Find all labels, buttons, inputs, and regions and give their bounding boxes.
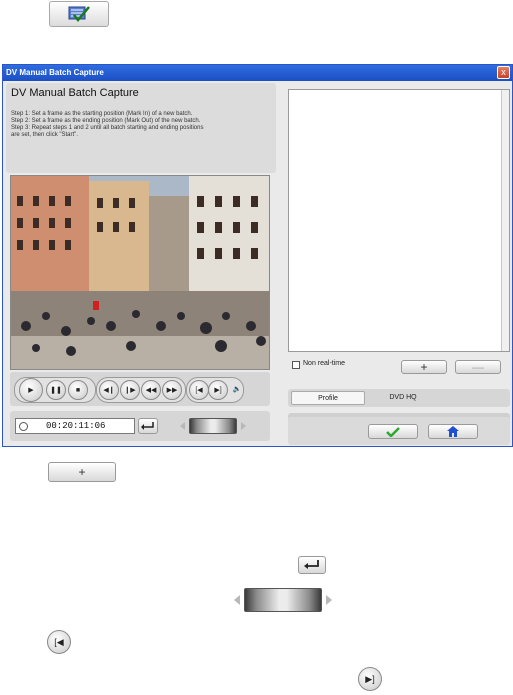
profile-tab-strip: Profile DVD HQ xyxy=(288,389,510,407)
dialog-heading: DV Manual Batch Capture xyxy=(11,87,139,99)
legend-shuttle-left-arrow-icon xyxy=(234,595,240,605)
mark-in-icon: [◀ xyxy=(195,387,203,394)
mark-out-icon: ▶] xyxy=(365,673,375,684)
previous-frame-button[interactable]: ◀❙ xyxy=(99,380,119,400)
previous-frame-icon: ◀❙ xyxy=(103,387,115,394)
clock-icon xyxy=(19,422,28,431)
home-button[interactable] xyxy=(428,424,478,439)
batch-capture-button[interactable] xyxy=(49,1,109,27)
timecode-field[interactable]: 00:20:11:06 xyxy=(15,418,135,434)
dv-batch-capture-dialog: DV Manual Batch Capture x DV Manual Batc… xyxy=(2,64,513,447)
step-1: Step 1: Set a frame as the starting posi… xyxy=(11,111,193,117)
legend-mark-in-button[interactable]: [◀ xyxy=(47,630,71,654)
timecode-value: 00:20:11:06 xyxy=(46,421,106,431)
shuttle-right-arrow-icon[interactable] xyxy=(241,422,246,430)
jog-shuttle[interactable] xyxy=(189,418,237,434)
enter-icon xyxy=(141,422,154,430)
home-icon xyxy=(447,426,459,437)
stop-button[interactable]: ■ xyxy=(68,380,88,400)
checkmark-icon xyxy=(386,426,400,437)
enter-icon xyxy=(304,560,319,569)
tab-profile[interactable]: Profile xyxy=(291,391,365,405)
next-frame-icon: ❙▶ xyxy=(124,387,136,394)
non-realtime-checkbox[interactable] xyxy=(292,361,300,369)
rewind-icon: ◀◀ xyxy=(145,387,157,394)
pause-button[interactable]: ❚❚ xyxy=(46,380,66,400)
batch-list[interactable] xyxy=(288,89,510,352)
step-3-cont: are set, then click "Start". xyxy=(11,132,78,138)
timecode-bar: 00:20:11:06 xyxy=(10,411,270,441)
fast-forward-icon: ▶▶ xyxy=(166,387,178,394)
shuttle-left-arrow-icon[interactable] xyxy=(180,422,185,430)
non-realtime-label: Non real-time xyxy=(303,360,346,367)
legend-shuttle-right-arrow-icon xyxy=(326,595,332,605)
dialog-titlebar: DV Manual Batch Capture xyxy=(3,65,512,81)
play-icon: ▶ xyxy=(28,387,34,394)
legend-enter-button[interactable] xyxy=(298,556,326,574)
legend-mark-out-button[interactable]: ▶] xyxy=(358,667,382,691)
batch-capture-icon xyxy=(68,6,90,22)
pause-icon: ❚❚ xyxy=(50,387,62,394)
fast-forward-button[interactable]: ▶▶ xyxy=(162,380,182,400)
speaker-icon: 🔈 xyxy=(232,386,242,393)
video-preview xyxy=(10,175,270,370)
enter-timecode-button[interactable] xyxy=(138,418,158,434)
ok-button[interactable] xyxy=(368,424,418,439)
mark-out-icon: ▶] xyxy=(214,387,222,394)
remove-batch-button[interactable]: — xyxy=(455,360,501,374)
play-button[interactable]: ▶ xyxy=(19,378,43,402)
stop-icon: ■ xyxy=(75,386,81,394)
next-frame-button[interactable]: ❙▶ xyxy=(120,380,140,400)
tab-dvd-hq[interactable]: DVD HQ xyxy=(368,391,438,405)
batch-list-scrollbar[interactable] xyxy=(501,90,509,351)
volume-button[interactable]: 🔈 xyxy=(228,380,246,398)
mark-in-icon: [◀ xyxy=(54,636,64,647)
legend-add-button[interactable]: + xyxy=(48,462,116,482)
mark-in-button[interactable]: [◀ xyxy=(189,380,209,400)
step-3: Step 3: Repeat steps 1 and 2 until all b… xyxy=(11,125,204,131)
playback-controls: ▶ ❚❚ ■ ◀❙ ❙▶ ◀◀ ▶▶ [◀ ▶] 🔈 xyxy=(10,372,270,406)
action-bar xyxy=(288,417,510,445)
add-batch-button[interactable]: + xyxy=(401,360,447,374)
rewind-button[interactable]: ◀◀ xyxy=(141,380,161,400)
mark-out-button[interactable]: ▶] xyxy=(208,380,228,400)
close-button[interactable]: x xyxy=(497,66,510,79)
legend-jog-shuttle[interactable] xyxy=(244,588,322,612)
step-2: Step 2: Set a frame as the ending positi… xyxy=(11,118,201,124)
preview-image xyxy=(11,176,269,369)
